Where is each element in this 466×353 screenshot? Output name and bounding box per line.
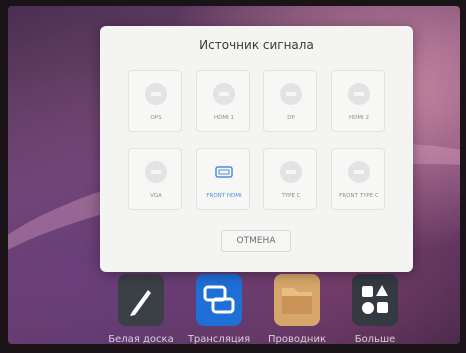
- folder-icon: [274, 274, 320, 326]
- source-label: FRONT HDMI: [206, 193, 242, 199]
- ops-input-icon: [145, 83, 167, 105]
- hdmi-input-icon: [348, 83, 370, 105]
- hdmi-input-icon: [213, 83, 235, 105]
- dock-item-label: Проводник: [268, 334, 326, 344]
- source-label: TYPE C: [281, 193, 301, 199]
- pen-icon: [118, 274, 164, 326]
- hdmi-input-icon: [213, 161, 235, 183]
- dock-item-label: Больше: [354, 334, 396, 344]
- source-type-c[interactable]: TYPE C: [263, 148, 317, 210]
- dock-item-cast[interactable]: Трансляция: [184, 274, 254, 344]
- vga-input-icon: [145, 161, 167, 183]
- source-hdmi-1[interactable]: HDMI 1: [196, 70, 250, 132]
- source-label: HDMI 1: [214, 115, 234, 121]
- signal-source-dialog: Источник сигнала OPS HDMI 1 DP HDMI 2 VG…: [100, 26, 413, 272]
- source-label: HDMI 2: [349, 115, 369, 121]
- source-label: DP: [287, 115, 295, 121]
- source-label: FRONT TYPE C: [339, 193, 379, 199]
- dock-item-more[interactable]: Больше: [340, 274, 410, 344]
- usb-c-input-icon: [280, 161, 302, 183]
- source-vga[interactable]: VGA: [128, 148, 182, 210]
- source-label: VGA: [150, 193, 162, 199]
- dock-item-whiteboard[interactable]: Белая доска: [106, 274, 176, 344]
- displayport-input-icon: [280, 83, 302, 105]
- cancel-button[interactable]: ОТМЕНА: [221, 230, 291, 252]
- usb-c-input-icon: [348, 161, 370, 183]
- dock-item-label: Белая доска: [108, 334, 174, 344]
- source-front-type-c[interactable]: FRONT TYPE C: [331, 148, 385, 210]
- source-hdmi-2[interactable]: HDMI 2: [331, 70, 385, 132]
- dialog-title: Источник сигнала: [199, 38, 314, 52]
- source-ops[interactable]: OPS: [128, 70, 182, 132]
- apps-grid-icon: [352, 274, 398, 326]
- source-dp[interactable]: DP: [263, 70, 317, 132]
- dock-item-label: Трансляция: [187, 334, 251, 344]
- source-front-hdmi[interactable]: FRONT HDMI: [196, 148, 250, 210]
- screen-cast-icon: [196, 274, 242, 326]
- source-label: OPS: [150, 115, 162, 121]
- app-dock: Белая доска Трансляция Проводник Больше: [106, 274, 426, 344]
- dock-item-files[interactable]: Проводник: [262, 274, 332, 344]
